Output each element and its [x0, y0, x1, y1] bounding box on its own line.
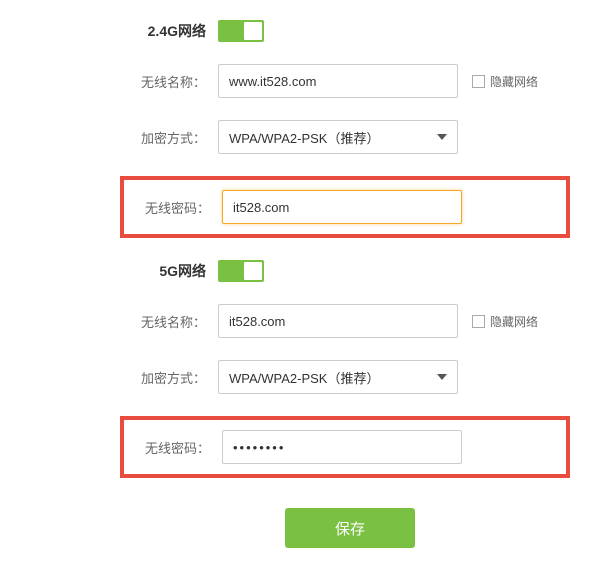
- band5-ssid-input[interactable]: [218, 304, 458, 338]
- band5-ssid-label: 无线名称：: [130, 312, 210, 331]
- checkbox-icon: [472, 75, 485, 88]
- band5-toggle[interactable]: [218, 260, 264, 282]
- band5-hide-label: 隐藏网络: [490, 313, 538, 330]
- band5-encryption-label: 加密方式：: [130, 368, 210, 387]
- band5-encryption-select[interactable]: WPA/WPA2-PSK（推荐）: [218, 360, 458, 394]
- band5-title: 5G网络: [130, 261, 210, 281]
- band24-encryption-value: WPA/WPA2-PSK（推荐）: [229, 128, 379, 147]
- band24-ssid-label: 无线名称：: [130, 72, 210, 91]
- band5-hide-checkbox[interactable]: 隐藏网络: [472, 313, 538, 330]
- save-button[interactable]: 保存: [285, 508, 415, 548]
- band5-encryption-value: WPA/WPA2-PSK（推荐）: [229, 368, 379, 387]
- band24-password-highlight-box: 无线密码：: [120, 176, 570, 238]
- band24-title: 2.4G网络: [130, 21, 210, 41]
- band24-hide-checkbox[interactable]: 隐藏网络: [472, 73, 538, 90]
- chevron-down-icon: [437, 134, 447, 140]
- chevron-down-icon: [437, 374, 447, 380]
- band5-password-highlight-box: 无线密码：: [120, 416, 570, 478]
- band24-encryption-label: 加密方式：: [130, 128, 210, 147]
- band5-password-label: 无线密码：: [124, 438, 214, 457]
- band24-ssid-input[interactable]: [218, 64, 458, 98]
- band24-password-label: 无线密码：: [124, 198, 214, 217]
- checkbox-icon: [472, 315, 485, 328]
- band24-encryption-select[interactable]: WPA/WPA2-PSK（推荐）: [218, 120, 458, 154]
- band24-password-input[interactable]: [222, 190, 462, 224]
- band5-password-input[interactable]: [222, 430, 462, 464]
- band24-toggle[interactable]: [218, 20, 264, 42]
- band24-hide-label: 隐藏网络: [490, 73, 538, 90]
